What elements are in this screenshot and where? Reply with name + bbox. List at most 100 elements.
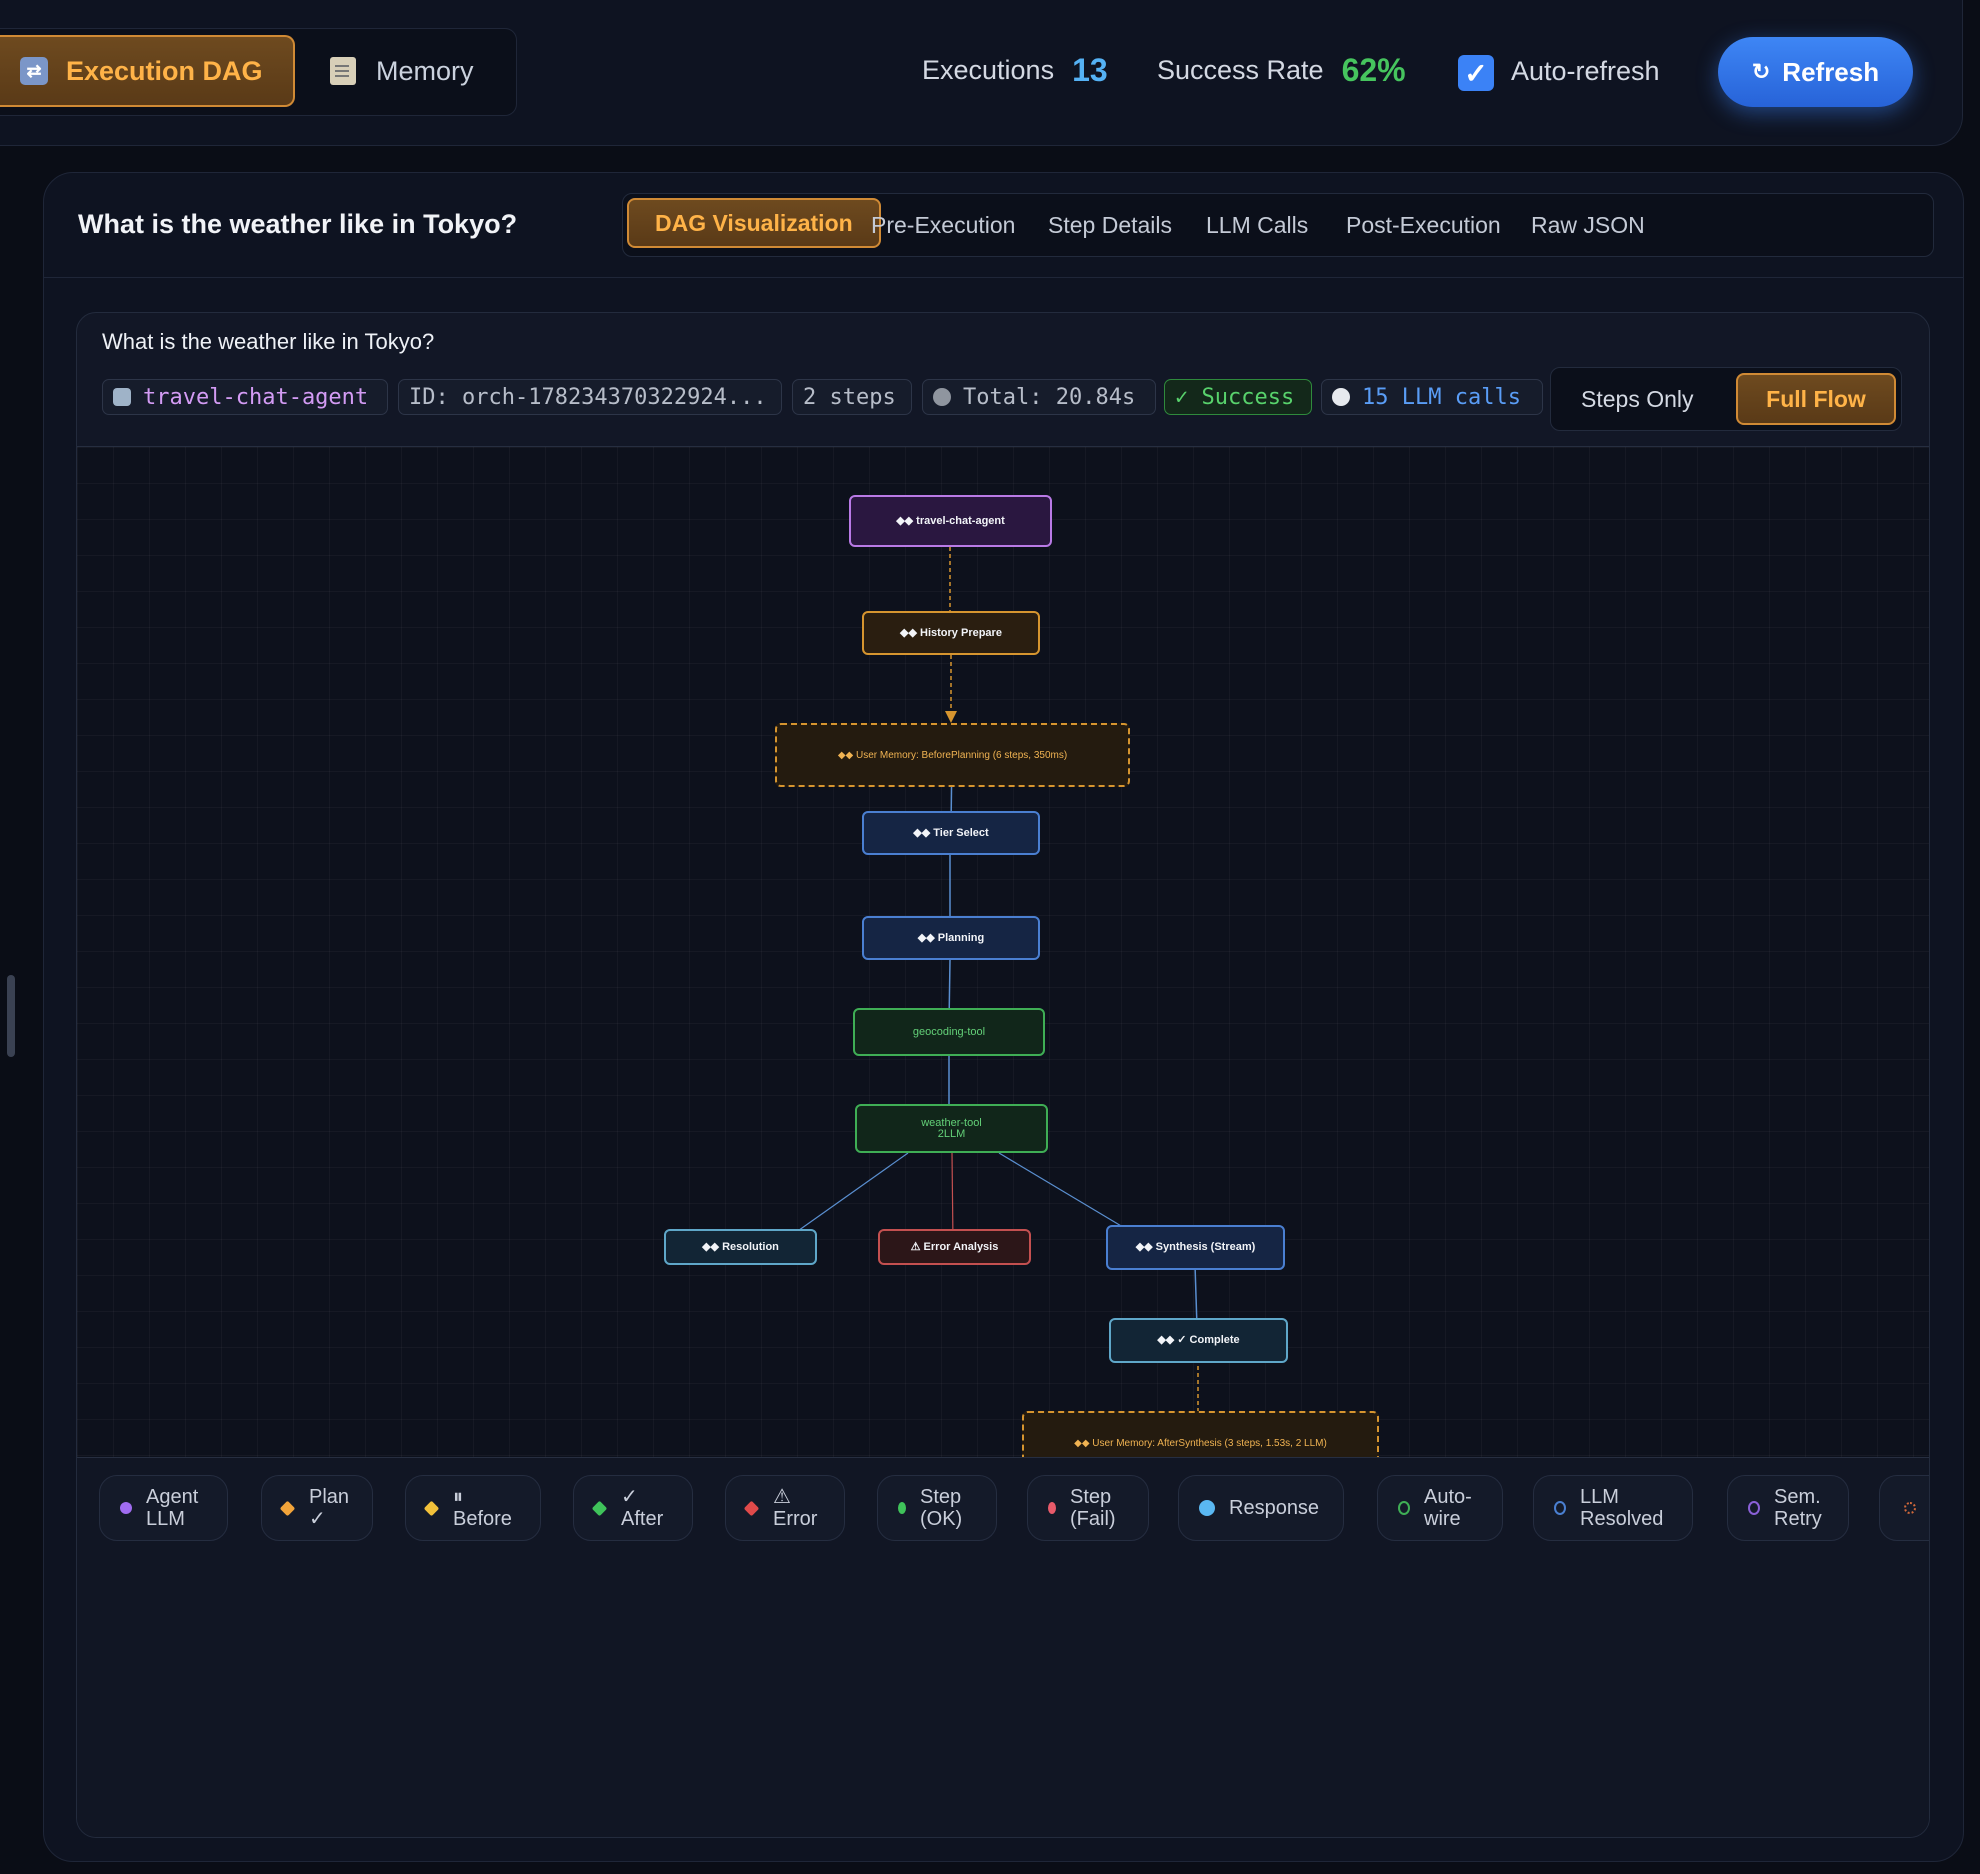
agent-badge: travel-chat-agent bbox=[102, 379, 388, 415]
status-badge: ✓ Success bbox=[1164, 379, 1312, 415]
dag-card: What is the weather like in Tokyo? trave… bbox=[76, 312, 1930, 1838]
ring-icon bbox=[1748, 1501, 1760, 1515]
pill-icon bbox=[898, 1502, 906, 1514]
legend-item-step-fail: Step (Fail) bbox=[1027, 1475, 1149, 1541]
tab-memory-label: Memory bbox=[376, 55, 474, 86]
node-user-memory-before[interactable]: ◆◆ User Memory: BeforePlanning (6 steps,… bbox=[775, 723, 1130, 787]
node-history-prepare[interactable]: ◆◆ History Prepare bbox=[862, 611, 1040, 655]
legend-label: Sem. Retry bbox=[1774, 1486, 1822, 1530]
refresh-button[interactable]: ↻ Refresh bbox=[1718, 37, 1913, 107]
flow-toggle: Steps Only Full Flow bbox=[1550, 367, 1902, 431]
legend-label: Auto-wire bbox=[1424, 1486, 1472, 1530]
dag-legend: Agent LLM Plan ✓ ⏸ Before ✓ After ⚠ Erro… bbox=[77, 1458, 1929, 1837]
refresh-icon: ↻ bbox=[1751, 59, 1771, 84]
legend-item-agent-llm: Agent LLM bbox=[99, 1475, 228, 1541]
main-tabs: ⇄ Execution DAG Memory bbox=[0, 28, 517, 116]
executions-stat: Executions 13 bbox=[922, 52, 1108, 89]
circle-icon bbox=[1199, 1500, 1215, 1516]
legend-item-response: Response bbox=[1178, 1475, 1344, 1541]
diamond-icon bbox=[591, 1500, 608, 1516]
tab-llm-calls[interactable]: LLM Calls bbox=[1206, 194, 1308, 256]
diamond-icon bbox=[423, 1500, 440, 1516]
node-synthesis-stream[interactable]: ◆◆ Synthesis (Stream) bbox=[1106, 1225, 1285, 1270]
full-flow-button[interactable]: Full Flow bbox=[1736, 373, 1896, 425]
node-weather-tool-llm-count: 2LLM bbox=[937, 1127, 966, 1140]
page-title: What is the weather like in Tokyo? bbox=[78, 209, 518, 239]
legend-label: Plan ✓ bbox=[309, 1486, 350, 1530]
tab-raw-json[interactable]: Raw JSON bbox=[1531, 194, 1645, 256]
tab-pre-execution[interactable]: Pre-Execution bbox=[871, 194, 1015, 256]
pill-icon bbox=[1048, 1502, 1056, 1514]
status-badge-label: ✓ Success bbox=[1175, 384, 1295, 410]
auto-refresh-label: Auto-refresh bbox=[1511, 56, 1660, 86]
memo-icon bbox=[330, 57, 356, 85]
node-tier-select[interactable]: ◆◆ Tier Select bbox=[862, 811, 1040, 855]
executions-label: Executions bbox=[922, 55, 1055, 85]
node-geocoding-tool[interactable]: geocoding-tool bbox=[853, 1008, 1045, 1056]
tab-execution-dag-label: Execution DAG bbox=[66, 55, 263, 86]
llm-calls-label: 15 LLM calls bbox=[1362, 384, 1521, 410]
id-badge: ID: orch-178234370322924... bbox=[398, 379, 782, 415]
node-error-analysis[interactable]: ⚠ Error Analysis bbox=[878, 1229, 1031, 1265]
legend-item-sem-retry: Sem. Retry bbox=[1727, 1475, 1849, 1541]
shuffle-icon: ⇄ bbox=[20, 57, 48, 85]
legend-item-error: ⚠ Error bbox=[725, 1475, 845, 1541]
node-weather-tool[interactable]: weather-tool 2LLM bbox=[855, 1104, 1048, 1153]
diamond-icon bbox=[279, 1500, 296, 1516]
executions-value: 13 bbox=[1072, 52, 1108, 88]
steps-badge-label: 2 steps bbox=[803, 384, 896, 410]
total-time-badge: Total: 20.84s bbox=[922, 379, 1156, 415]
auto-refresh-checkbox[interactable]: ✓ bbox=[1458, 55, 1494, 91]
success-rate-label: Success Rate bbox=[1157, 55, 1324, 85]
node-agent[interactable]: ◆◆ travel-chat-agent bbox=[849, 495, 1052, 547]
ring-icon bbox=[1554, 1501, 1566, 1515]
legend-label: Step (OK) bbox=[920, 1486, 963, 1530]
total-time-label: Total: 20.84s bbox=[963, 384, 1136, 410]
success-rate-value: 62% bbox=[1341, 52, 1406, 88]
legend-item-llm-resolved: LLM Resolved bbox=[1533, 1475, 1693, 1541]
success-rate-stat: Success Rate 62% bbox=[1157, 52, 1406, 89]
node-resolution[interactable]: ◆◆ Resolution bbox=[664, 1229, 817, 1265]
diamond-icon bbox=[743, 1500, 760, 1516]
legend-label: ⚠ Error bbox=[773, 1486, 818, 1530]
divider bbox=[44, 277, 1963, 278]
legend-label: Response bbox=[1229, 1497, 1320, 1519]
tab-post-execution[interactable]: Post-Execution bbox=[1346, 194, 1501, 256]
legend-item-step-ok: Step (OK) bbox=[877, 1475, 997, 1541]
steps-only-button[interactable]: Steps Only bbox=[1581, 368, 1694, 430]
legend-item-after: ✓ After bbox=[573, 1475, 693, 1541]
tab-step-details[interactable]: Step Details bbox=[1048, 194, 1172, 256]
robot-icon bbox=[113, 388, 131, 406]
detail-tabs: DAG Visualization Pre-Execution Step Det… bbox=[622, 193, 1934, 257]
legend-item-plan: Plan ✓ bbox=[261, 1475, 373, 1541]
legend-label: LLM Resolved bbox=[1580, 1486, 1664, 1530]
legend-label: ✓ After bbox=[621, 1486, 664, 1530]
legend-label: Step (Fail) bbox=[1070, 1486, 1116, 1530]
circle-icon bbox=[120, 1502, 132, 1514]
execution-panel: What is the weather like in Tokyo? DAG V… bbox=[43, 172, 1964, 1862]
refresh-label: Refresh bbox=[1782, 56, 1880, 87]
node-complete[interactable]: ◆◆ ✓ Complete bbox=[1109, 1318, 1288, 1363]
top-bar: ⇄ Execution DAG Memory Executions 13 Suc… bbox=[0, 0, 1963, 146]
resize-handle[interactable] bbox=[7, 975, 15, 1057]
node-weather-tool-label: weather-tool bbox=[921, 1116, 982, 1129]
tab-memory[interactable]: Memory bbox=[330, 35, 474, 107]
stopwatch-icon bbox=[933, 388, 951, 406]
legend-item-auto-wire: Auto-wire bbox=[1377, 1475, 1503, 1541]
llm-calls-badge: 15 LLM calls bbox=[1321, 379, 1543, 415]
node-planning[interactable]: ◆◆ Planning bbox=[862, 916, 1040, 960]
dag-canvas[interactable]: ◆◆ travel-chat-agent ◆◆ History Prepare … bbox=[77, 447, 1929, 1475]
legend-item-overflow bbox=[1879, 1475, 1929, 1541]
agent-badge-label: travel-chat-agent bbox=[143, 384, 369, 410]
ring-icon bbox=[1398, 1501, 1410, 1515]
tab-dag-visualization[interactable]: DAG Visualization bbox=[627, 198, 881, 248]
tab-execution-dag[interactable]: ⇄ Execution DAG bbox=[0, 35, 295, 107]
spinner-icon bbox=[1904, 1502, 1916, 1514]
legend-item-before: ⏸ Before bbox=[405, 1475, 541, 1541]
dag-query: What is the weather like in Tokyo? bbox=[102, 329, 435, 354]
legend-label: Agent LLM bbox=[146, 1486, 199, 1530]
id-badge-label: ID: orch-178234370322924... bbox=[409, 384, 767, 410]
steps-badge: 2 steps bbox=[792, 379, 912, 415]
speech-bubble-icon bbox=[1332, 388, 1350, 406]
legend-label: ⏸ Before bbox=[453, 1486, 512, 1530]
